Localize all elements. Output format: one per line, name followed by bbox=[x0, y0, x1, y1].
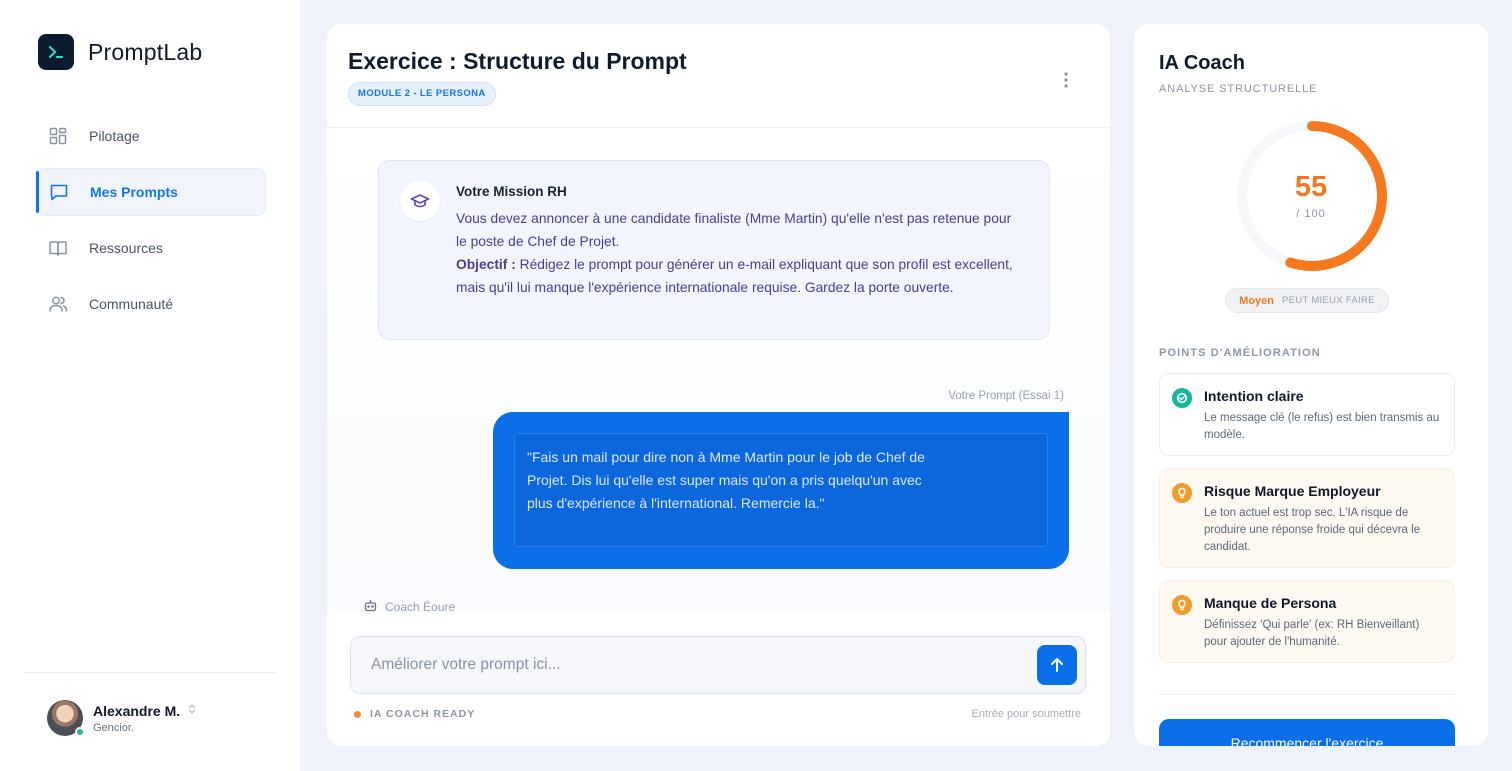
coach-status: IA COACH READY bbox=[354, 708, 475, 720]
coach-message-tag: Coach Éoure bbox=[364, 599, 455, 615]
grid-icon bbox=[48, 126, 68, 146]
user-prompt-bubble: "Fais un mail pour dire non à Mme Martin… bbox=[493, 412, 1069, 569]
mission-title: Votre Mission RH bbox=[456, 184, 567, 199]
book-icon bbox=[48, 238, 68, 258]
sidebar: PromptLab Pilotage Mes Prompts Ressource… bbox=[0, 0, 300, 771]
chat-icon bbox=[49, 182, 69, 202]
user-profile[interactable]: Alexandre M. Gencior. bbox=[47, 700, 196, 737]
mission-text: Vous devez annoncer à une candidate fina… bbox=[456, 207, 1016, 299]
improvement-title: Risque Marque Employeur bbox=[1204, 483, 1381, 499]
restart-exercise-button[interactable]: Recommencer l'exercice bbox=[1159, 719, 1455, 746]
chevron-updown-icon[interactable] bbox=[188, 703, 196, 718]
avatar bbox=[47, 700, 85, 737]
prompt-input[interactable] bbox=[371, 654, 1011, 676]
improvement-card[interactable]: Risque Marque Employeur Le ton actuel es… bbox=[1159, 468, 1455, 568]
chat-area[interactable]: Votre Mission RH Vous devez annoncer à u… bbox=[327, 129, 1110, 615]
status-dot bbox=[354, 710, 361, 718]
sidebar-item-pilotage[interactable]: Pilotage bbox=[36, 112, 266, 160]
improvement-body: Le ton actuel est trop sec. L'IA risque … bbox=[1204, 507, 1421, 553]
page-title: Exercice : Structure du Prompt bbox=[348, 48, 687, 74]
lightbulb-icon bbox=[1172, 483, 1192, 503]
prompt-attempt-label: Votre Prompt (Essai 1) bbox=[948, 390, 1064, 402]
graduation-cap-icon bbox=[400, 181, 440, 221]
prompt-composer bbox=[350, 636, 1086, 694]
exercise-panel: Exercice : Structure du Prompt MODULE 2 … bbox=[327, 24, 1110, 746]
mission-objective-text: Rédigez le prompt pour générer un e-mail… bbox=[456, 257, 1013, 295]
mission-objective-label: Objectif : bbox=[456, 257, 516, 272]
online-status-dot bbox=[75, 727, 85, 737]
improvements-heading: POINTS D'AMÉLIORATION bbox=[1159, 347, 1321, 359]
prompt-text: "Fais un mail pour dire non à Mme Martin… bbox=[527, 449, 925, 511]
users-icon bbox=[48, 294, 68, 314]
score-value: 55 bbox=[1294, 171, 1328, 203]
sidebar-item-label: Pilotage bbox=[89, 128, 140, 144]
mission-description: Vous devez annoncer à une candidate fina… bbox=[456, 211, 1012, 249]
status-label: IA COACH READY bbox=[370, 708, 476, 720]
lightbulb-icon bbox=[1172, 595, 1192, 615]
send-button[interactable] bbox=[1037, 645, 1077, 685]
coach-tag-label: Coach Éoure bbox=[385, 600, 456, 614]
brand-name: PromptLab bbox=[88, 38, 203, 65]
level-description: PEUT MIEUX FAIRE bbox=[1282, 295, 1375, 306]
submit-hint: Entrée pour soumettre bbox=[971, 708, 1081, 720]
improvement-card[interactable]: Manque de Persona Définissez 'Qui parle'… bbox=[1159, 580, 1455, 663]
user-name: Alexandre M. bbox=[93, 702, 181, 719]
user-org: Gencior. bbox=[93, 721, 134, 734]
sidebar-item-label: Communauté bbox=[89, 296, 174, 312]
mission-card: Votre Mission RH Vous devez annoncer à u… bbox=[378, 160, 1050, 340]
coach-title: IA Coach bbox=[1159, 52, 1245, 74]
sidebar-item-communaute[interactable]: Communauté bbox=[36, 280, 266, 328]
sidebar-item-ressources[interactable]: Ressources bbox=[36, 224, 266, 272]
improvement-title: Intention claire bbox=[1204, 388, 1304, 404]
brand[interactable]: PromptLab bbox=[38, 34, 202, 70]
terminal-logo-icon bbox=[38, 34, 74, 70]
score-level-badge: Moyen PEUT MIEUX FAIRE bbox=[1225, 288, 1389, 313]
prompt-quote-box: "Fais un mail pour dire non à Mme Martin… bbox=[514, 433, 1048, 547]
more-options-icon[interactable] bbox=[1054, 68, 1078, 92]
divider bbox=[1159, 694, 1455, 695]
module-badge: MODULE 2 - LE PERSONA bbox=[348, 82, 496, 106]
improvement-body: Définissez 'Qui parle' (ex: RH Bienveill… bbox=[1204, 619, 1420, 648]
arrow-up-icon bbox=[1051, 658, 1063, 672]
coach-panel: IA Coach ANALYSE STRUCTURELLE 55 / 100 M… bbox=[1134, 24, 1488, 746]
score-max: / 100 bbox=[1296, 208, 1326, 220]
coach-subtitle: ANALYSE STRUCTURELLE bbox=[1159, 83, 1318, 95]
exercise-header: Exercice : Structure du Prompt MODULE 2 … bbox=[327, 24, 1110, 128]
user-info: Alexandre M. Gencior. bbox=[93, 703, 180, 734]
improvement-body: Le message clé (le refus) est bien trans… bbox=[1204, 412, 1440, 441]
improvement-card[interactable]: Intention claire Le message clé (le refu… bbox=[1159, 373, 1455, 456]
divider bbox=[24, 672, 276, 673]
sidebar-nav: Pilotage Mes Prompts Ressources Communau… bbox=[36, 112, 266, 336]
level-label: Moyen bbox=[1239, 294, 1275, 307]
sidebar-item-label: Ressources bbox=[89, 240, 163, 256]
sidebar-item-mes-prompts[interactable]: Mes Prompts bbox=[36, 168, 266, 216]
sidebar-item-label: Mes Prompts bbox=[90, 184, 178, 200]
check-circle-icon bbox=[1172, 388, 1192, 408]
improvement-title: Manque de Persona bbox=[1204, 595, 1337, 611]
robot-icon bbox=[364, 599, 377, 615]
